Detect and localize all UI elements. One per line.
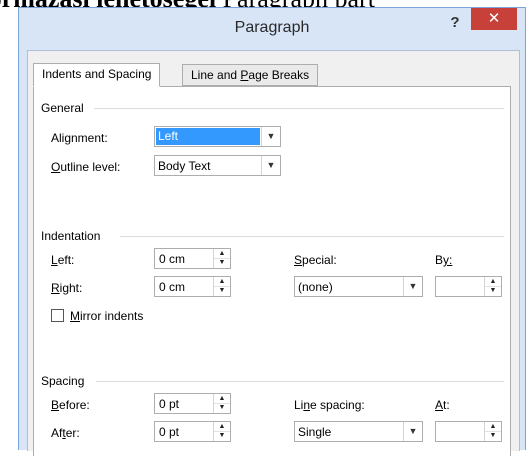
indent-left-spinner[interactable]: 0 cm ▲ ▼	[154, 248, 231, 269]
title-bar: Paragraph ? ✕	[19, 8, 525, 50]
tab-line-and-page-breaks[interactable]: Line and Page Breaks	[182, 64, 319, 86]
chevron-down-icon[interactable]: ▼	[403, 422, 422, 441]
chevron-down-icon[interactable]: ▼	[261, 127, 280, 146]
spacing-after-label: After:	[51, 426, 80, 440]
special-indent-select[interactable]: (none) ▼	[294, 276, 423, 297]
spin-down-icon[interactable]: ▼	[214, 403, 230, 412]
alignment-label: Alignment:	[51, 131, 108, 145]
general-divider	[94, 108, 504, 109]
spacing-before-spinner[interactable]: 0 pt ▲ ▼	[154, 393, 231, 414]
dialog-client-area: Indents and Spacing Line and Page Breaks…	[27, 50, 520, 456]
at-label: At:	[435, 398, 450, 412]
indentation-divider	[120, 236, 504, 237]
mirror-indents-label[interactable]: Mirror indents	[70, 309, 143, 323]
outline-level-select[interactable]: Body Text ▼	[154, 155, 281, 176]
by-spinner[interactable]: ▲ ▼	[435, 276, 502, 297]
spin-down-icon[interactable]: ▼	[214, 286, 230, 295]
indent-right-label: Right:	[51, 281, 83, 295]
by-label: By:	[435, 253, 453, 267]
spin-down-icon[interactable]: ▼	[485, 431, 501, 440]
spin-down-icon[interactable]: ▼	[485, 286, 501, 295]
tab-panel: General Alignment: Left ▼ Outline level:…	[33, 86, 511, 456]
line-spacing-select[interactable]: Single ▼	[294, 421, 423, 442]
spacing-divider	[96, 381, 504, 382]
mirror-indents-checkbox[interactable]	[51, 309, 64, 322]
tab-indents-and-spacing[interactable]: Indents and Spacing	[33, 63, 161, 87]
spacing-before-label: Before:	[51, 398, 90, 412]
spacing-section-title: Spacing	[41, 374, 85, 388]
spacing-after-spinner[interactable]: 0 pt ▲ ▼	[154, 421, 231, 442]
alignment-select[interactable]: Left ▼	[154, 126, 281, 147]
indent-left-label: Left:	[51, 253, 75, 267]
spin-down-icon[interactable]: ▼	[214, 258, 230, 267]
outline-level-label: Outline level:	[51, 160, 121, 174]
chevron-down-icon[interactable]: ▼	[403, 277, 422, 296]
chevron-down-icon[interactable]: ▼	[261, 156, 280, 175]
paragraph-dialog: Paragraph ? ✕ Indents and Spacing Line a…	[18, 7, 526, 456]
close-button[interactable]: ✕	[471, 8, 517, 30]
indent-right-spinner[interactable]: 0 cm ▲ ▼	[154, 276, 231, 297]
help-button[interactable]: ?	[447, 14, 463, 34]
at-spinner[interactable]: ▲ ▼	[435, 421, 502, 442]
special-label: Special:	[294, 253, 337, 267]
close-icon: ✕	[487, 10, 501, 27]
spin-down-icon[interactable]: ▼	[214, 431, 230, 440]
line-spacing-label: Line spacing:	[294, 398, 365, 412]
indentation-section-title: Indentation	[41, 229, 101, 243]
general-section-title: General	[41, 101, 84, 115]
